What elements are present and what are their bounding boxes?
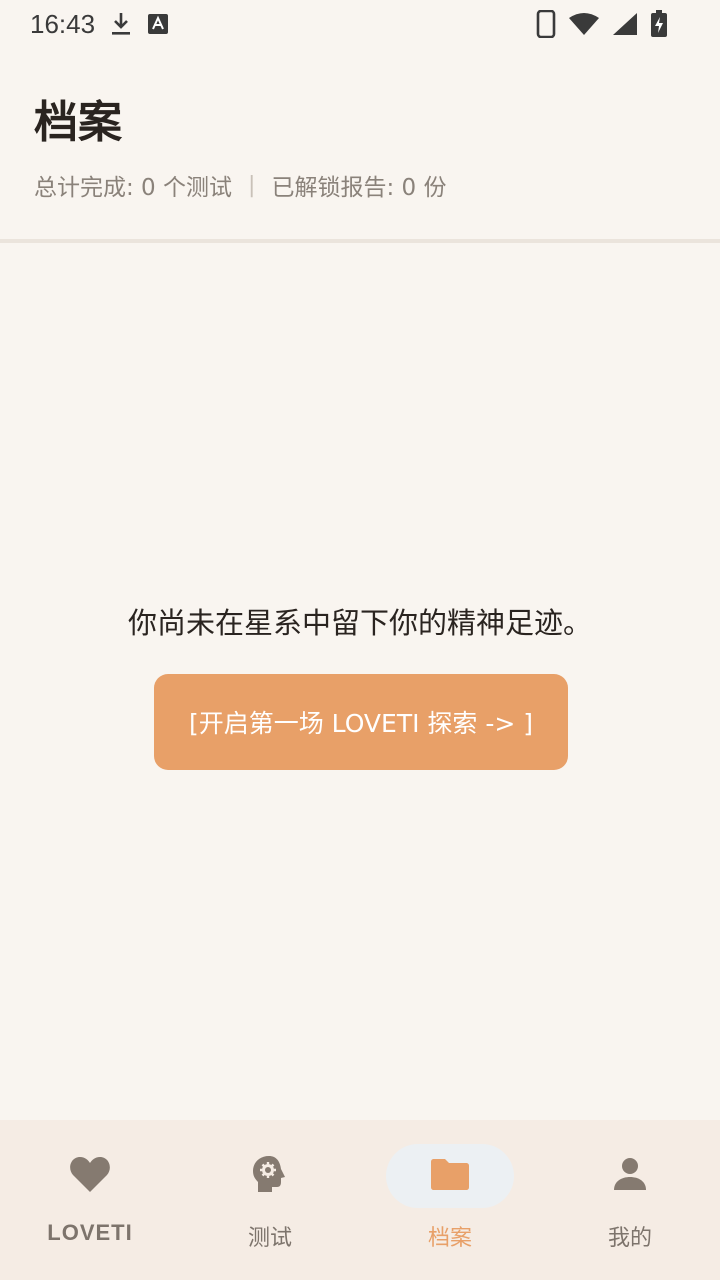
unlocked-count: 已解锁报告: 0 份 [271,175,447,201]
status-bar: 16:43 [0,0,720,48]
start-exploration-button[interactable]: [开启第一场 LOVETI 探索 -> ] [154,674,568,770]
heart-icon [69,1155,111,1197]
wifi-icon [568,12,600,36]
battery-charging-icon [650,10,668,38]
status-right [536,10,690,38]
phone-icon [536,10,556,38]
nav-item-archive[interactable]: 档案 [360,1120,540,1280]
header-divider [0,239,720,243]
nav-icon-container [386,1144,514,1208]
nav-icon-container [206,1144,334,1208]
nav-icon-container [566,1144,694,1208]
nav-item-tests[interactable]: 测试 [180,1120,360,1280]
nav-label-tests: 测试 [247,1226,292,1251]
archive-header: 档案 总计完成: 0 个测试 | 已解锁报告: 0 份 [0,48,720,240]
nav-item-loveti[interactable]: LOVETI [0,1120,180,1280]
nav-label-mine: 我的 [607,1226,652,1251]
stats-separator: | [248,172,256,198]
nav-label-archive: 档案 [427,1226,472,1251]
bottom-nav: LOVETI 测试 档案 我的 [0,1120,720,1280]
signal-icon [612,12,638,36]
page-title: 档案 [34,97,122,148]
nav-icon-container [26,1144,154,1208]
download-icon [109,11,133,37]
text-a-icon [147,13,169,35]
status-left: 16:43 [30,9,169,40]
folder-icon [429,1157,471,1195]
completed-count: 总计完成: 0 个测试 [34,175,233,201]
screen: 16:43 档案 总计完成: 0 个测试 | 已解锁报告: 0 份 你尚未在星系… [0,0,720,1280]
nav-label-loveti: LOVETI [47,1220,133,1245]
nav-item-mine[interactable]: 我的 [540,1120,720,1280]
status-time: 16:43 [30,8,96,39]
empty-state-message: 你尚未在星系中留下你的精神足迹。 [127,606,592,640]
stats-line: 总计完成: 0 个测试 | 已解锁报告: 0 份 [34,168,446,202]
head-gear-icon [251,1154,289,1198]
person-icon [612,1156,648,1196]
